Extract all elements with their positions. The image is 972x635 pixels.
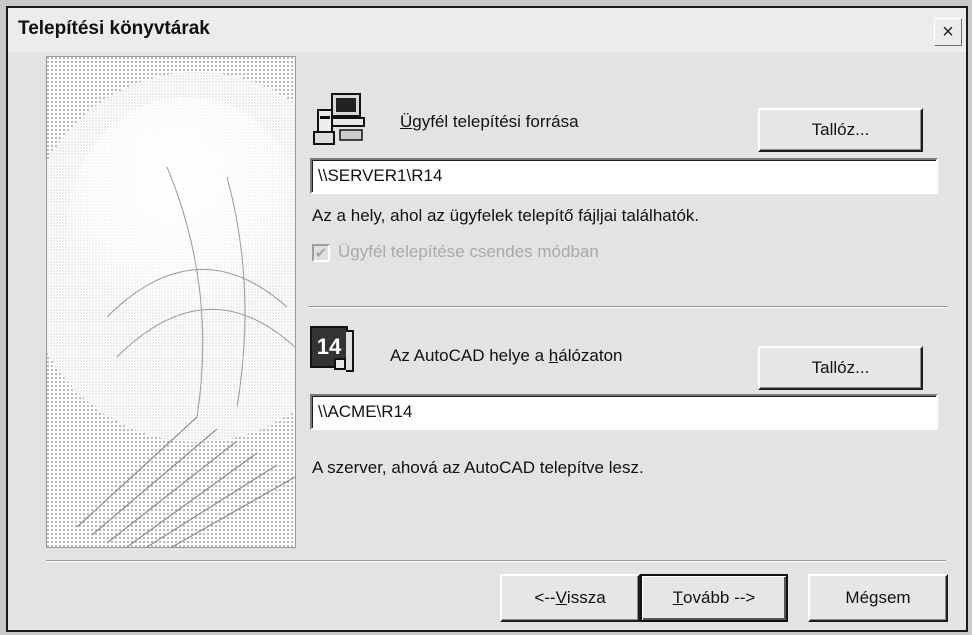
checkmark-icon: ✔: [314, 244, 328, 262]
server-browse-button[interactable]: Tallóz...: [758, 346, 923, 390]
autocad-r14-icon: 14: [310, 326, 356, 374]
close-button[interactable]: ×: [934, 18, 962, 46]
server-help-text: A szerver, ahová az AutoCAD telepítve le…: [312, 458, 644, 477]
back-button[interactable]: <-- Vissza: [500, 574, 640, 622]
title-bar: Telepítési könyvtárak ×: [8, 8, 966, 52]
client-help-text: Az a hely, ahol az ügyfelek telepítő fáj…: [312, 206, 700, 225]
installation-directories-dialog: Telepítési könyvtárak × Ügyfél telepítés…: [6, 6, 968, 632]
footer-divider: [46, 560, 946, 562]
globe-illustration: [47, 57, 295, 547]
client-path-input[interactable]: [310, 158, 938, 194]
network-badge-icon: [334, 358, 346, 370]
section-divider: [308, 306, 948, 308]
next-button[interactable]: Tovább -->: [640, 574, 788, 622]
client-source-label: Ügyfél telepítési forrása: [400, 112, 579, 131]
dialog-title: Telepítési könyvtárak: [18, 18, 210, 39]
book-spine-icon: [346, 330, 354, 372]
cancel-button[interactable]: Mégsem: [808, 574, 948, 622]
silent-install-checkbox[interactable]: ✔: [312, 244, 330, 262]
silent-install-label: Ügyfél telepítése csendes módban: [338, 242, 599, 261]
close-icon: ×: [942, 21, 954, 43]
server-location-label: Az AutoCAD helye a hálózaton: [390, 346, 623, 365]
server-path-input[interactable]: [310, 394, 938, 430]
client-computer-icon: [313, 93, 365, 145]
wizard-side-image: [46, 56, 296, 548]
client-browse-button[interactable]: Tallóz...: [758, 108, 923, 152]
